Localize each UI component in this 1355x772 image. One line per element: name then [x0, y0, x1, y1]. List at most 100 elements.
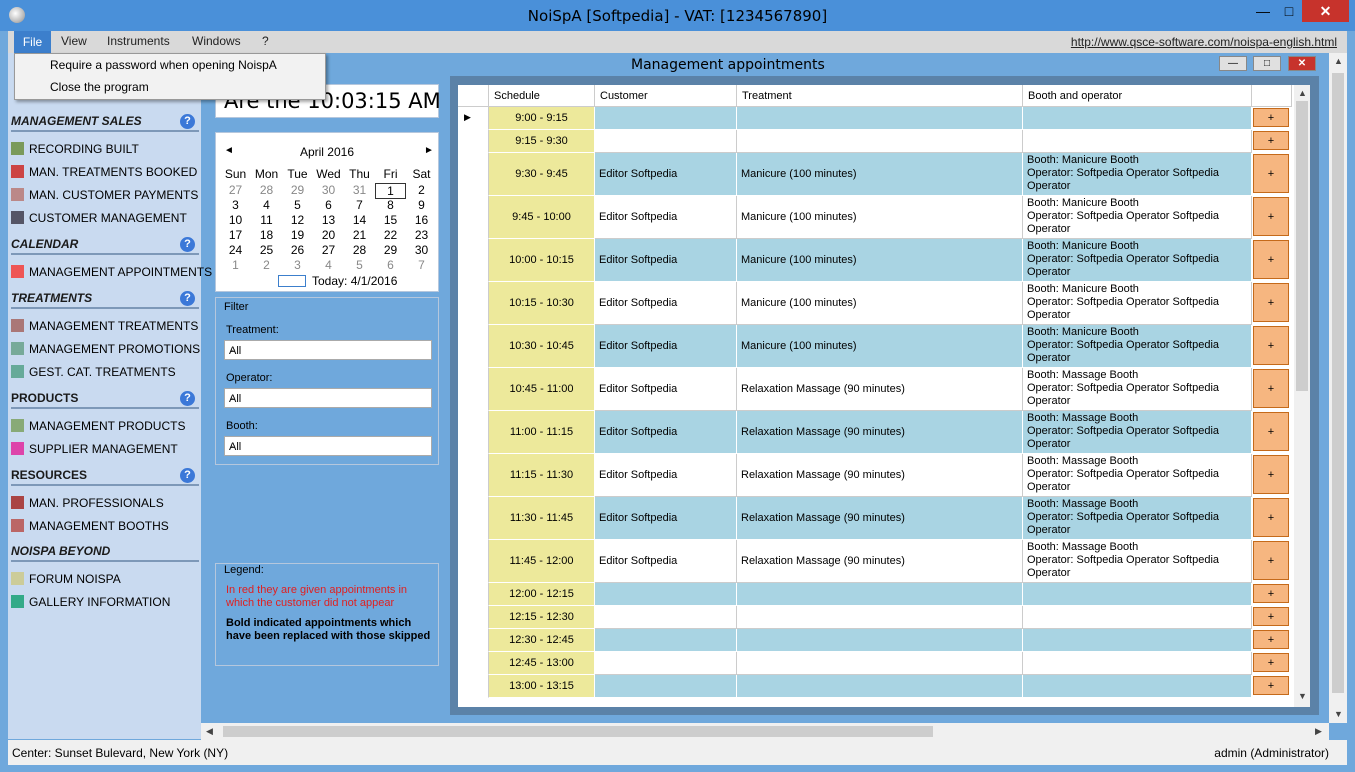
calendar-day[interactable]: 30: [406, 243, 437, 257]
calendar-day[interactable]: 29: [375, 243, 406, 257]
table-row[interactable]: 11:00 - 11:15 Editor Softpedia Relaxation …: [458, 411, 1310, 454]
calendar-day[interactable]: 24: [220, 243, 251, 257]
add-appointment-button[interactable]: +: [1253, 197, 1289, 236]
maximize-button[interactable]: □: [1276, 0, 1302, 22]
row-header[interactable]: [458, 368, 489, 411]
customer-cell[interactable]: Editor Softpedia: [595, 497, 737, 540]
customer-cell[interactable]: Editor Softpedia: [595, 325, 737, 368]
help-icon[interactable]: ?: [180, 291, 195, 306]
calendar-day[interactable]: 11: [251, 213, 282, 227]
table-row[interactable]: 12:30 - 12:45 +: [458, 629, 1310, 652]
add-appointment-button[interactable]: +: [1253, 240, 1289, 279]
customer-cell[interactable]: Editor Softpedia: [595, 540, 737, 583]
table-row[interactable]: 11:30 - 11:45 Editor Softpedia Relaxation …: [458, 497, 1310, 540]
treatment-cell[interactable]: Manicure (100 minutes): [737, 153, 1023, 196]
booth-cell[interactable]: [1023, 629, 1252, 652]
table-row[interactable]: 12:15 - 12:30 +: [458, 606, 1310, 629]
booth-cell[interactable]: [1023, 652, 1252, 675]
column-header-booth[interactable]: Booth and operator: [1023, 85, 1252, 107]
schedule-cell[interactable]: 12:45 - 13:00: [489, 652, 595, 675]
calendar-day[interactable]: 6: [375, 258, 406, 272]
table-row[interactable]: 10:45 - 11:00 Editor Softpedia Relaxation …: [458, 368, 1310, 411]
calendar-day[interactable]: 4: [313, 258, 344, 272]
calendar-day[interactable]: 4: [251, 198, 282, 212]
help-icon[interactable]: ?: [180, 114, 195, 129]
calendar-month-title[interactable]: April 2016: [216, 145, 438, 159]
calendar-day[interactable]: 25: [251, 243, 282, 257]
menu-view[interactable]: View: [61, 34, 87, 48]
add-appointment-button[interactable]: +: [1253, 283, 1289, 322]
calendar-day[interactable]: 9: [406, 198, 437, 212]
calendar-day[interactable]: 10: [220, 213, 251, 227]
booth-cell[interactable]: Booth: Massage Booth Operator: Softpedia …: [1023, 540, 1252, 583]
treatment-cell[interactable]: Manicure (100 minutes): [737, 325, 1023, 368]
schedule-cell[interactable]: 12:30 - 12:45: [489, 629, 595, 652]
menu-item-require-password[interactable]: Require a password when opening NoispA: [50, 58, 277, 72]
row-header[interactable]: [458, 239, 489, 282]
scroll-thumb[interactable]: [1296, 101, 1308, 391]
calendar-day[interactable]: 28: [344, 243, 375, 257]
calendar-day[interactable]: 5: [282, 198, 313, 212]
schedule-cell[interactable]: 11:30 - 11:45: [489, 497, 595, 540]
booth-cell[interactable]: [1023, 130, 1252, 153]
table-row[interactable]: 9:15 - 9:30 +: [458, 130, 1310, 153]
calendar-day[interactable]: 12: [282, 213, 313, 227]
row-header[interactable]: [458, 411, 489, 454]
schedule-cell[interactable]: 10:15 - 10:30: [489, 282, 595, 325]
schedule-cell[interactable]: 9:00 - 9:15: [489, 107, 595, 130]
table-row[interactable]: 9:30 - 9:45 Editor Softpedia Manicure (100…: [458, 153, 1310, 196]
customer-cell[interactable]: [595, 675, 737, 698]
treatment-cell[interactable]: Manicure (100 minutes): [737, 196, 1023, 239]
window-vertical-scrollbar[interactable]: ▲ ▼: [1329, 53, 1347, 723]
table-row[interactable]: 10:15 - 10:30 Editor Softpedia Manicure (1…: [458, 282, 1310, 325]
customer-cell[interactable]: Editor Softpedia: [595, 454, 737, 497]
menu-file[interactable]: File: [14, 31, 51, 53]
menu-windows[interactable]: Windows: [192, 34, 241, 48]
customer-cell[interactable]: [595, 583, 737, 606]
treatment-cell[interactable]: Relaxation Massage (90 minutes): [737, 497, 1023, 540]
scroll-left-icon[interactable]: ◀: [206, 726, 213, 737]
table-row[interactable]: 13:00 - 13:15 +: [458, 675, 1310, 698]
add-appointment-button[interactable]: +: [1253, 131, 1289, 150]
table-row[interactable]: 12:00 - 12:15 +: [458, 583, 1310, 606]
schedule-cell[interactable]: 12:00 - 12:15: [489, 583, 595, 606]
child-close-button[interactable]: ✕: [1288, 56, 1316, 71]
scroll-thumb[interactable]: [223, 726, 933, 737]
treatment-cell[interactable]: Relaxation Massage (90 minutes): [737, 454, 1023, 497]
customer-cell[interactable]: Editor Softpedia: [595, 153, 737, 196]
booth-cell[interactable]: Booth: Manicure Booth Operator: Softpedia…: [1023, 153, 1252, 196]
calendar-day[interactable]: 15: [375, 213, 406, 227]
row-header[interactable]: [458, 497, 489, 540]
booth-cell[interactable]: [1023, 107, 1252, 130]
schedule-cell[interactable]: 11:00 - 11:15: [489, 411, 595, 454]
treatment-cell[interactable]: [737, 583, 1023, 606]
booth-cell[interactable]: [1023, 675, 1252, 698]
treatment-cell[interactable]: Manicure (100 minutes): [737, 239, 1023, 282]
customer-cell[interactable]: Editor Softpedia: [595, 196, 737, 239]
menu-instruments[interactable]: Instruments: [107, 34, 170, 48]
treatment-cell[interactable]: Relaxation Massage (90 minutes): [737, 411, 1023, 454]
row-header[interactable]: [458, 454, 489, 497]
customer-cell[interactable]: Editor Softpedia: [595, 239, 737, 282]
child-restore-button[interactable]: □: [1253, 56, 1281, 71]
treatment-cell[interactable]: [737, 652, 1023, 675]
calendar-day[interactable]: 21: [344, 228, 375, 242]
column-header-schedule[interactable]: Schedule: [489, 85, 595, 107]
calendar-day[interactable]: 26: [282, 243, 313, 257]
treatment-cell[interactable]: [737, 130, 1023, 153]
schedule-cell[interactable]: 9:45 - 10:00: [489, 196, 595, 239]
schedule-cell[interactable]: 12:15 - 12:30: [489, 606, 595, 629]
calendar-day[interactable]: 18: [251, 228, 282, 242]
help-icon[interactable]: ?: [180, 468, 195, 483]
column-header-treatment[interactable]: Treatment: [737, 85, 1023, 107]
treatment-cell[interactable]: Relaxation Massage (90 minutes): [737, 540, 1023, 583]
add-appointment-button[interactable]: +: [1253, 412, 1289, 451]
menu-help[interactable]: ?: [262, 34, 269, 48]
schedule-cell[interactable]: 11:45 - 12:00: [489, 540, 595, 583]
calendar-day[interactable]: 16: [406, 213, 437, 227]
row-header[interactable]: [458, 675, 489, 698]
calendar-day[interactable]: 23: [406, 228, 437, 242]
row-header[interactable]: [458, 153, 489, 196]
child-minimize-button[interactable]: —: [1219, 56, 1247, 71]
add-appointment-button[interactable]: +: [1253, 326, 1289, 365]
